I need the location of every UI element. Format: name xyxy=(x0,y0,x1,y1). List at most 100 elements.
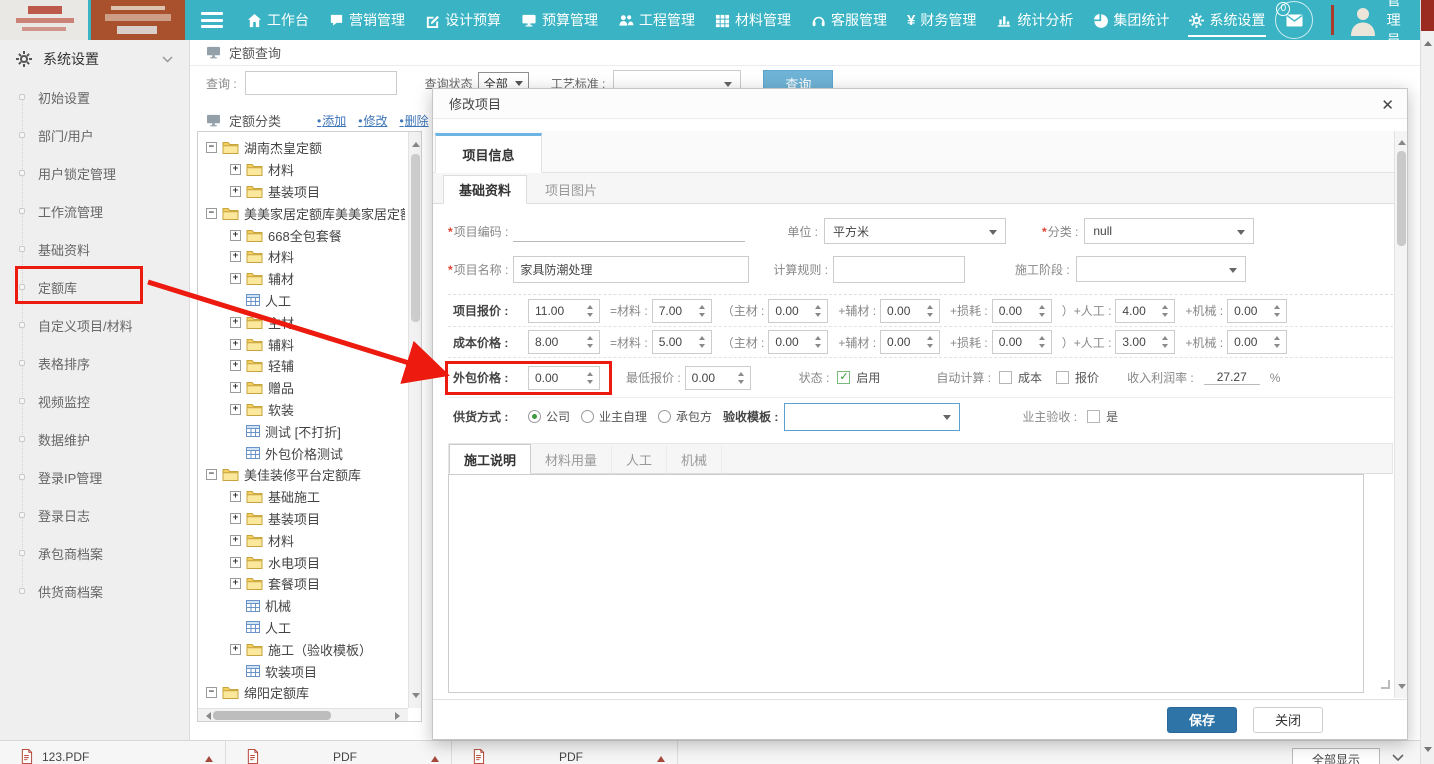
tree-node[interactable]: 软装项目 xyxy=(206,660,405,682)
tree-node[interactable]: + 软装 xyxy=(206,399,405,421)
spinner-buttons[interactable] xyxy=(583,372,597,384)
desc-tab[interactable]: 人工 xyxy=(612,446,667,473)
tree-node[interactable]: + 材料 xyxy=(206,159,405,181)
tree-node[interactable]: + 套餐项目 xyxy=(206,573,405,595)
loss-input[interactable] xyxy=(992,330,1052,354)
scroll-left-icon[interactable] xyxy=(202,712,211,720)
taskbar-file-item[interactable]: PDF xyxy=(226,741,452,764)
sidebar-item[interactable]: 供货商档案 xyxy=(0,572,189,610)
sidebar-item[interactable]: 视频监控 xyxy=(0,382,189,420)
expander-icon[interactable]: + xyxy=(230,360,241,371)
autocalc-checkbox[interactable]: 报价 xyxy=(1056,369,1099,386)
spinner-buttons[interactable] xyxy=(1270,305,1284,317)
desc-tab[interactable]: 机械 xyxy=(667,446,722,473)
owner-accept-option[interactable]: 是 xyxy=(1087,408,1118,425)
expander-icon[interactable]: + xyxy=(230,251,241,262)
sidebar-item[interactable]: 基础资料 xyxy=(0,230,189,268)
tree-node[interactable]: − 湖南杰皇定额 xyxy=(206,137,405,159)
sidebar-item[interactable]: 承包商档案 xyxy=(0,534,189,572)
spinner-buttons[interactable] xyxy=(923,305,937,317)
sidebar-item[interactable]: 部门/用户 xyxy=(0,116,189,154)
tree-node[interactable]: + 基础施工 xyxy=(206,486,405,508)
resize-handle-icon[interactable] xyxy=(1381,680,1390,689)
sidebar-item[interactable]: 初始设置 xyxy=(0,78,189,116)
sidebar-item[interactable]: 定额库 xyxy=(0,268,189,306)
spinner-buttons[interactable] xyxy=(811,305,825,317)
tree-node[interactable]: + 水电项目 xyxy=(206,551,405,573)
nav-item[interactable]: 集团统计 xyxy=(1083,0,1179,40)
tree-node[interactable]: 机械 xyxy=(206,595,405,617)
project-code-input[interactable] xyxy=(513,220,745,242)
machine-input[interactable] xyxy=(1227,299,1287,323)
expander-icon[interactable]: − xyxy=(206,687,217,698)
expander-icon[interactable]: − xyxy=(206,208,217,219)
unit-select[interactable]: 平方米 xyxy=(824,218,1006,244)
tree-node[interactable]: 测试 [不打折] xyxy=(206,420,405,442)
outsource-price-input[interactable] xyxy=(528,366,600,390)
tree-node[interactable]: + 轻辅 xyxy=(206,355,405,377)
close-icon[interactable]: ✕ xyxy=(1381,96,1394,114)
expander-icon[interactable]: + xyxy=(230,404,241,415)
expander-icon[interactable]: − xyxy=(206,469,217,480)
sidebar-item[interactable]: 登录日志 xyxy=(0,496,189,534)
scrollbar-thumb[interactable] xyxy=(1421,0,1434,31)
construction-notes-textarea[interactable] xyxy=(448,474,1364,693)
scroll-up-icon[interactable] xyxy=(1424,37,1432,46)
desc-tab[interactable]: 材料用量 xyxy=(531,446,612,473)
tree-node[interactable]: 外包价格测试 xyxy=(206,442,405,464)
expander-icon[interactable]: + xyxy=(230,273,241,284)
dialog-scrollbar[interactable] xyxy=(1394,131,1407,698)
spinner-buttons[interactable] xyxy=(1158,305,1172,317)
status-enabled-option[interactable]: 启用 xyxy=(837,369,880,386)
tree-node[interactable]: − 美佳装修平台定额库 xyxy=(206,464,405,486)
category-select[interactable]: null xyxy=(1084,218,1254,244)
expander-icon[interactable]: + xyxy=(230,339,241,350)
expander-icon[interactable]: + xyxy=(230,557,241,568)
main-material-input[interactable] xyxy=(768,299,828,323)
expander-icon[interactable]: + xyxy=(230,382,241,393)
scroll-right-icon[interactable] xyxy=(395,712,404,720)
accept-template-select[interactable] xyxy=(784,403,960,431)
aux-material-input[interactable] xyxy=(880,330,940,354)
tree-node[interactable]: + 基装项目 xyxy=(206,508,405,530)
taskbar-file-item[interactable]: PDF xyxy=(452,741,678,764)
taskbar-file-item[interactable]: 123.PDF xyxy=(0,741,226,764)
expander-icon[interactable]: + xyxy=(230,164,241,175)
project-name-input[interactable] xyxy=(513,256,749,283)
nav-item[interactable]: 预算管理 xyxy=(511,0,608,40)
spinner-buttons[interactable] xyxy=(1158,336,1172,348)
tree-node[interactable]: + 赠品 xyxy=(206,377,405,399)
expander-icon[interactable]: + xyxy=(230,491,241,502)
spinner-buttons[interactable] xyxy=(583,336,597,348)
sidebar-header[interactable]: 系统设置 xyxy=(0,40,189,78)
nav-item[interactable]: 设计预算 xyxy=(415,0,511,40)
scrollbar-thumb[interactable] xyxy=(411,154,420,322)
tree-action-link[interactable]: 删除 xyxy=(399,112,428,129)
tree-action-link[interactable]: 添加 xyxy=(317,112,346,129)
expander-icon[interactable]: + xyxy=(230,578,241,589)
nav-item[interactable]: 材料管理 xyxy=(705,0,801,40)
spinner-buttons[interactable] xyxy=(734,372,748,384)
supply-method-radio[interactable]: 业主自理 xyxy=(581,408,647,425)
expander-icon[interactable]: + xyxy=(230,230,241,241)
page-scrollbar[interactable] xyxy=(1420,0,1434,764)
spinner-buttons[interactable] xyxy=(695,336,709,348)
expander-icon[interactable]: + xyxy=(230,535,241,546)
tree-node[interactable]: + 主材 xyxy=(206,311,405,333)
nav-item[interactable]: 系统设置 xyxy=(1179,0,1275,40)
machine-input[interactable] xyxy=(1227,330,1287,354)
tree-node[interactable]: 人工 xyxy=(206,290,405,312)
spinner-buttons[interactable] xyxy=(695,305,709,317)
save-button[interactable]: 保存 xyxy=(1167,707,1237,733)
tree-node[interactable]: + 基装项目 xyxy=(206,181,405,203)
scroll-down-icon[interactable] xyxy=(1424,747,1432,756)
price-input[interactable] xyxy=(528,299,600,323)
scroll-up-icon[interactable] xyxy=(1398,136,1406,145)
stage-select[interactable] xyxy=(1076,256,1246,282)
price-input[interactable] xyxy=(528,330,600,354)
expander-icon[interactable]: + xyxy=(230,644,241,655)
expander-icon[interactable]: + xyxy=(230,317,241,328)
spinner-buttons[interactable] xyxy=(1035,336,1049,348)
expander-icon[interactable]: + xyxy=(230,186,241,197)
scroll-down-icon[interactable] xyxy=(412,693,420,702)
